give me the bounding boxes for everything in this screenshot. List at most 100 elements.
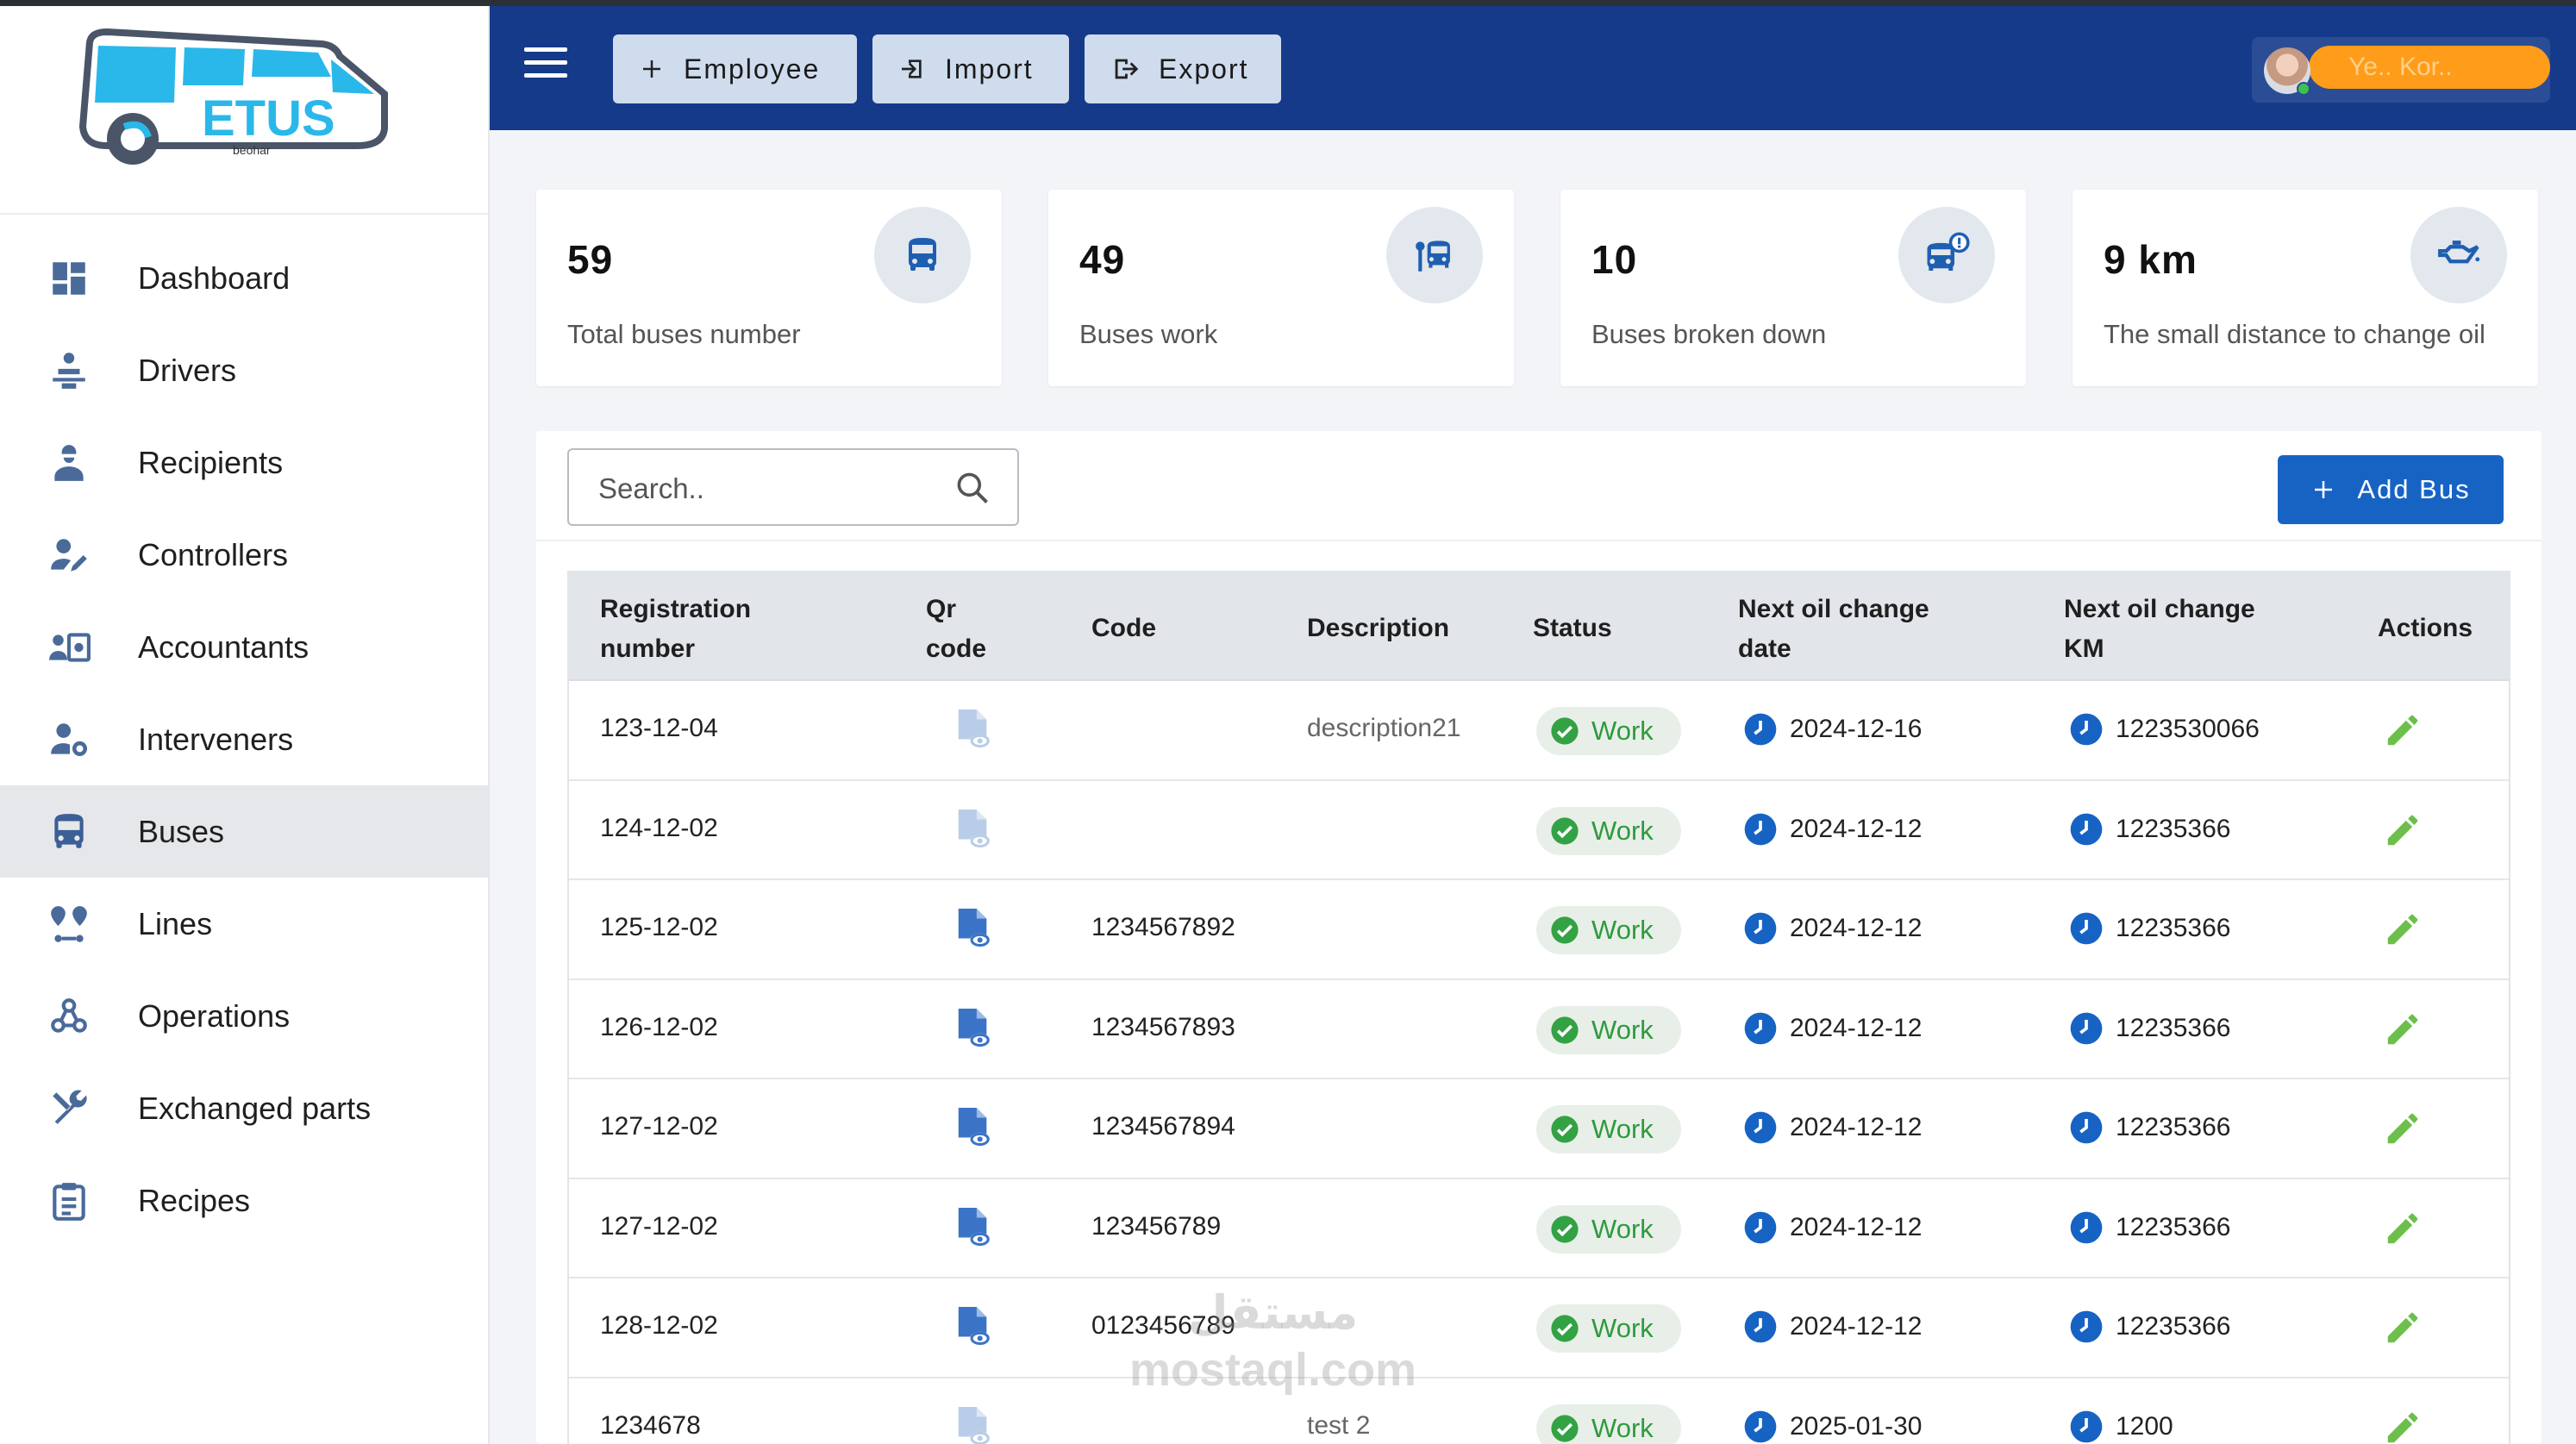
search-icon[interactable] [953,469,991,507]
clock-icon [1744,1111,1777,1144]
stat-card-oil-distance: 9 km The small distance to change oil [2073,190,2538,386]
edit-icon[interactable] [2383,1010,2423,1053]
check-circle-icon [1551,1215,1579,1243]
column-qr-code[interactable]: Qr code [926,590,986,669]
sidebar-item-dashboard[interactable]: Dashboard [0,232,488,324]
table-row[interactable]: 1234678 test 2 Work 2025-01-30 1200 [569,1378,2509,1444]
stat-label: Buses work [1079,319,1218,349]
sidebar-item-exchanged-parts[interactable]: Exchanged parts [0,1062,488,1154]
sidebar-item-label: Controllers [138,536,289,572]
edit-icon[interactable] [2383,710,2423,754]
add-employee-button[interactable]: Employee [613,34,857,103]
status-badge: Work [1536,1304,1681,1353]
next-oil-date-cell: 2025-01-30 [1743,1410,1922,1444]
sidebar-item-label: Interveners [138,721,294,757]
table-row[interactable]: 126-12-02 1234567893 Work 2024-12-12 122… [569,980,2509,1079]
qr-code-icon[interactable] [953,707,993,756]
search-placeholder: Search.. [598,472,704,504]
check-circle-icon [1551,916,1579,944]
table-row[interactable]: 124-12-02 Work 2024-12-12 12235366 [569,781,2509,880]
column-status[interactable]: Status [1533,609,1612,648]
column-code[interactable]: Code [1091,609,1156,648]
registration-cell: 126-12-02 [600,1012,718,1041]
table-row[interactable]: 127-12-02 1234567894 Work 2024-12-12 122… [569,1079,2509,1179]
status-label: Work [1591,915,1654,945]
sidebar-item-lines[interactable]: Lines [0,878,488,970]
column-registration[interactable]: Registration number [600,590,751,669]
edit-icon[interactable] [2383,1109,2423,1153]
clock-icon [1744,813,1777,845]
next-oil-km-cell: 12235366 [2069,1110,2230,1145]
edit-icon[interactable] [2383,1308,2423,1352]
stat-value: 49 [1079,237,1126,282]
sidebar-item-recipes[interactable]: Recipes [0,1154,488,1247]
next-oil-km-cell: 1223530066 [2069,712,2260,747]
table-row[interactable]: 125-12-02 1234567892 Work 2024-12-12 122… [569,880,2509,980]
qr-code-icon[interactable] [953,1304,993,1353]
edit-icon[interactable] [2383,1209,2423,1253]
clock-icon [1744,912,1777,945]
stat-label: Total buses number [567,319,801,349]
edit-icon[interactable] [2383,1408,2423,1444]
menu-icon[interactable] [524,47,567,85]
sidebar-item-drivers[interactable]: Drivers [0,324,488,416]
qr-code-icon[interactable] [953,1105,993,1154]
next-oil-date-cell: 2024-12-16 [1743,712,1922,747]
status-badge: Work [1536,1005,1681,1054]
stat-card-total-buses: 59 Total buses number [536,190,1002,386]
sidebar-item-recipients[interactable]: Recipients [0,416,488,509]
check-circle-icon [1551,1116,1579,1143]
sidebar-item-operations[interactable]: Operations [0,970,488,1062]
registration-cell: 127-12-02 [600,1112,718,1141]
status-label: Work [1591,716,1654,746]
user-name: Ye.. Kor.. [2309,46,2550,89]
table-row[interactable]: 127-12-02 123456789 Work 2024-12-12 1223… [569,1179,2509,1278]
stat-label: Buses broken down [1591,319,1827,349]
qr-code-icon[interactable] [953,1205,993,1254]
add-bus-label: Add Bus [2357,474,2471,504]
sidebar-item-interveners[interactable]: Interveners [0,693,488,785]
column-next-oil-date[interactable]: Next oil change date [1738,590,1929,669]
export-button[interactable]: Export [1085,34,1281,103]
status-label: Work [1591,1014,1654,1045]
brand-logo[interactable]: ETUS beohar [0,6,488,215]
sidebar-item-buses[interactable]: Buses [0,785,488,878]
top-bar: Employee Import Export Ye.. Kor.. [490,6,2576,130]
import-button[interactable]: Import [872,34,1069,103]
sidebar-item-accountants[interactable]: Accountants [0,601,488,693]
clock-icon [1744,1410,1777,1442]
sidebar-item-label: Exchanged parts [138,1090,372,1126]
watermark: مستقل mostaql.com [1129,1285,1416,1398]
qr-code-icon[interactable] [953,1404,993,1444]
search-input[interactable]: Search.. [567,448,1019,526]
edit-icon[interactable] [2383,810,2423,854]
next-oil-km-cell: 1200 [2069,1410,2173,1444]
clock-icon [1744,1012,1777,1044]
next-oil-date-cell: 2024-12-12 [1743,911,1922,946]
qr-code-icon[interactable] [953,906,993,955]
import-button-label: Import [945,53,1034,84]
bus-icon [874,207,971,303]
table-row[interactable]: 128-12-02 0123456789 Work 2024-12-12 122… [569,1278,2509,1378]
dashboard-icon [0,257,138,300]
status-badge: Work [1536,806,1681,855]
column-next-oil-km[interactable]: Next oil change KM [2064,590,2255,669]
check-circle-icon [1551,717,1579,745]
user-menu[interactable]: Ye.. Kor.. [2252,37,2550,103]
route-icon [0,903,138,946]
edit-icon[interactable] [2383,910,2423,953]
buses-panel: Search.. Add Bus Registration number Qr co… [536,431,2542,1444]
column-description[interactable]: Description [1307,609,1449,648]
bus-icon [0,810,138,853]
plus-icon [2315,481,2333,498]
sidebar-item-label: Recipes [138,1182,251,1218]
sidebar-item-controllers[interactable]: Controllers [0,509,488,601]
add-bus-button[interactable]: Add Bus [2278,455,2504,524]
status-badge: Work [1536,1105,1681,1153]
qr-code-icon[interactable] [953,807,993,856]
stat-value: 10 [1591,237,1638,282]
hub-icon [0,995,138,1038]
qr-code-icon[interactable] [953,1006,993,1055]
status-badge: Work [1536,707,1681,755]
table-row[interactable]: 123-12-04 description21 Work 2024-12-16 … [569,681,2509,781]
